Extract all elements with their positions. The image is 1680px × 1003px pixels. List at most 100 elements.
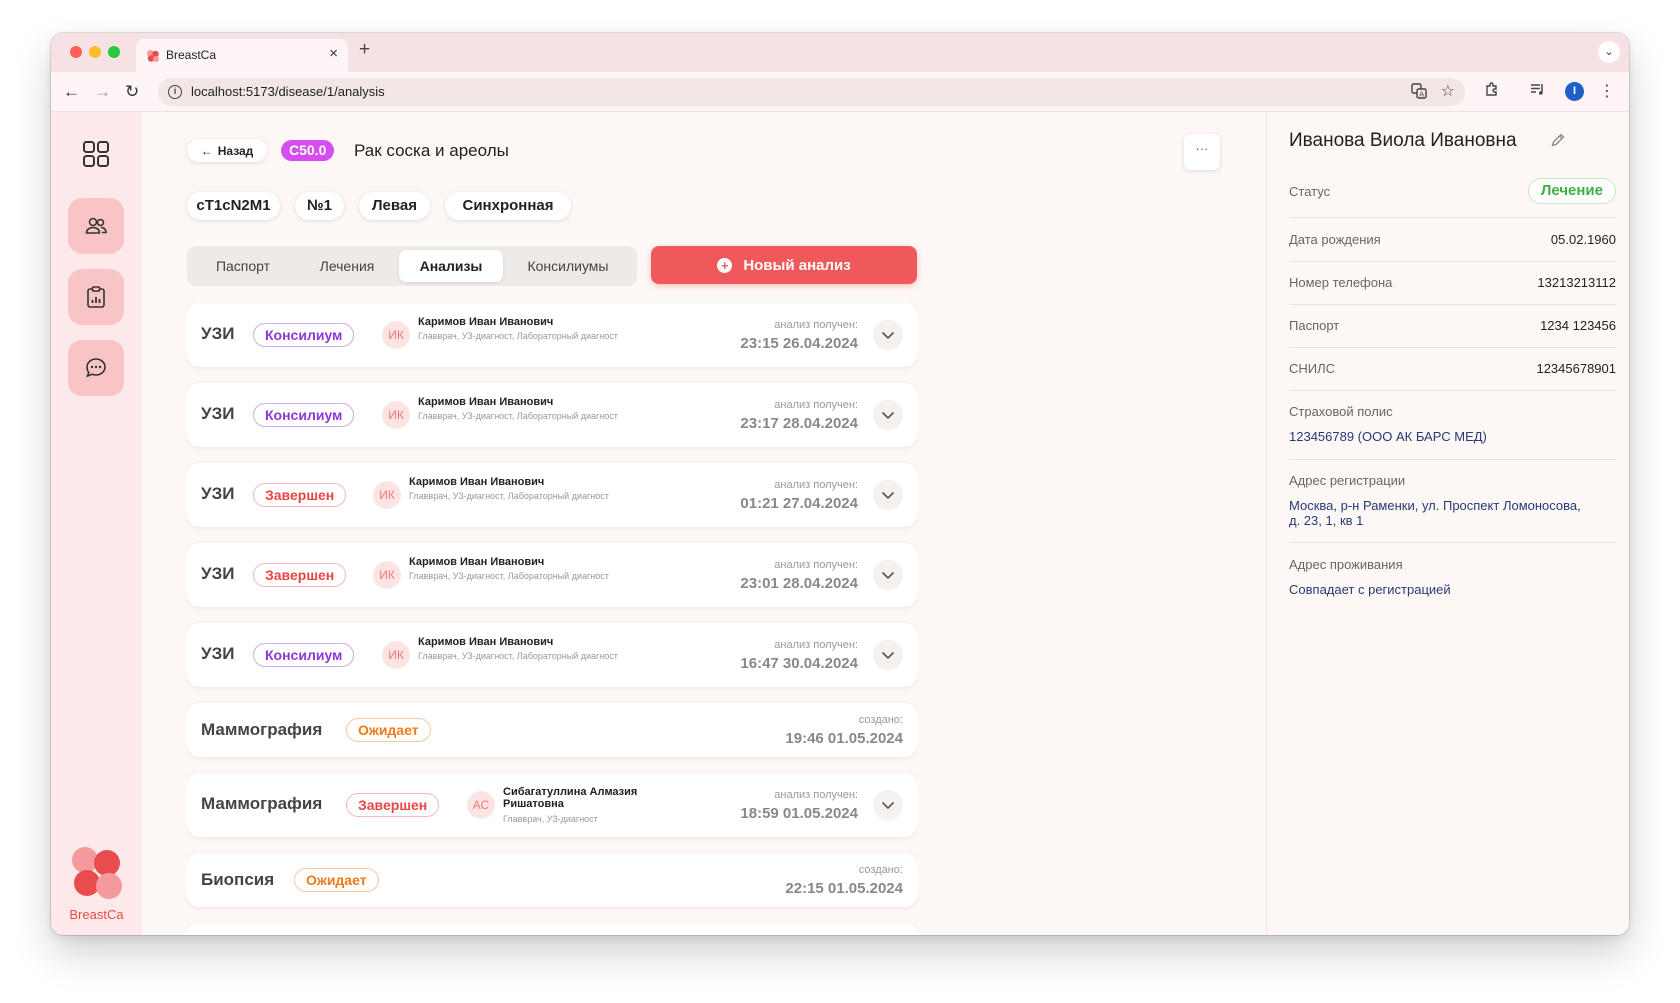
chat-bubble-icon [86,358,106,378]
field-value: 1234 123456 [1540,318,1616,333]
doctor-name: Каримов Иван Иванович [418,396,554,408]
type-chip: Синхронная [445,192,571,220]
url-text: localhost:5173/disease/1/analysis [191,84,385,99]
side-chip: Левая [359,192,430,220]
date-label: анализ получен: [774,559,858,571]
date-label: создано: [858,864,903,876]
translate-icon[interactable]: A [1411,83,1427,104]
analysis-card[interactable]: УЗИ Консилиум ИК Каримов Иван Иванович Г… [187,303,917,367]
tab-consiliums[interactable]: Консилиумы [503,250,633,282]
address-bar[interactable]: i localhost:5173/disease/1/analysis A ☆ [158,78,1465,106]
doctor-role: Главврач, УЗ-диагност [503,814,598,824]
media-controls-icon[interactable] [1529,81,1545,104]
analysis-card[interactable]: УЗИ Консилиум ИК Каримов Иван Иванович Г… [187,623,917,687]
status-badge: Завершен [253,563,347,587]
expand-chevron-icon[interactable] [873,560,903,590]
doctor-role: Главврач, УЗ-диагност, Лабораторный диаг… [409,571,609,581]
analysis-card[interactable]: Маммография Завершен АС Сибагатуллина Ал… [187,773,917,837]
browser-menu-icon[interactable]: ⋮ [1599,81,1615,103]
doctor-avatar: ИК [373,561,401,589]
reload-icon[interactable]: ↻ [125,80,139,104]
extensions-puzzle-icon[interactable] [1484,81,1500,104]
tab-treatments[interactable]: Лечения [295,250,399,282]
clipboard-chart-icon [87,286,105,308]
tab-analyses[interactable]: Анализы [399,250,503,282]
status-label: Статус [1289,184,1331,199]
analysis-card[interactable]: Маммография Ожидает создано: 19:46 01.05… [187,703,917,757]
status-badge: Консилиум [253,403,355,427]
field-label: СНИЛС [1289,361,1336,376]
residence-address-value: Совпадает с регистрацией [1289,582,1451,597]
analysis-card[interactable]: УЗИ Консилиум ИК Каримов Иван Иванович Г… [187,383,917,447]
analysis-card[interactable]: Биопсия Ожидает создано: 22:15 01.05.202… [187,853,917,907]
window-close-button[interactable] [70,46,82,58]
date-label: анализ получен: [774,319,858,331]
doctor-avatar: АС [467,791,495,819]
analysis-type: УЗИ [201,564,235,583]
forward-arrow-icon[interactable]: → [94,80,111,104]
sidebar-item-reports[interactable] [68,269,124,325]
analysis-date: 23:15 26.04.2024 [740,335,858,352]
new-tab-icon[interactable]: + [359,40,370,59]
browser-tab-title: BreastCa [166,48,217,62]
field-label: Адрес проживания [1289,557,1403,572]
registration-address-line-2: д. 23, 1, кв 1 [1289,513,1364,528]
back-button[interactable]: ← Назад [187,139,267,162]
window-zoom-button[interactable] [108,46,120,58]
field-value: 12345678901 [1536,361,1616,376]
apps-grid-icon[interactable] [82,140,110,168]
status-badge: Лечение [1527,178,1616,204]
pencil-edit-icon[interactable] [1550,132,1566,148]
breastca-favicon-icon [147,50,159,62]
analysis-card[interactable] [187,923,917,935]
analysis-date: 16:47 30.04.2024 [740,655,858,672]
doctor-name: Каримов Иван Иванович [418,316,554,328]
status-badge: Консилиум [253,323,355,347]
more-actions-button[interactable]: ··· [1184,134,1220,170]
section-tabs: Паспорт Лечения Анализы Консилиумы [187,246,637,286]
doctor-role: Главврач, УЗ-диагност, Лабораторный диаг… [418,651,618,661]
sidebar-item-patients[interactable] [68,198,124,254]
doctor-avatar: ИК [382,401,410,429]
field-label: Адрес регистрации [1289,473,1406,488]
expand-chevron-icon[interactable] [873,640,903,670]
breastca-logo-icon [72,847,122,899]
tab-passport[interactable]: Паспорт [191,250,295,282]
expand-chevron-icon[interactable] [873,400,903,430]
expand-chevron-icon[interactable] [873,320,903,350]
residence-address-row: Адрес проживания Совпадает с регистрацие… [1289,557,1616,597]
analysis-type: УЗИ [201,484,235,503]
users-icon [85,217,107,234]
analysis-date: 01:21 27.04.2024 [740,495,858,512]
bookmark-star-icon[interactable]: ☆ [1441,83,1455,101]
doctor-name: Каримов Иван Иванович [409,556,545,568]
site-info-icon[interactable]: i [168,85,182,99]
tab-close-icon[interactable]: × [329,46,338,61]
window-minimize-button[interactable] [89,46,101,58]
app-root: BreastCa ← Назад C50.0 Рак соска и ареол… [51,112,1629,935]
tab-search-chevron-icon[interactable]: ⌄ [1598,41,1620,63]
back-arrow-icon[interactable]: ← [63,80,80,104]
tnm-chip: cT1cN2M1 [187,192,280,220]
analysis-card[interactable]: УЗИ Завершен ИК Каримов Иван Иванович Гл… [187,463,917,527]
browser-tab[interactable]: BreastCa × [136,39,348,72]
analysis-type: УЗИ [201,324,235,343]
analysis-type: УЗИ [201,404,235,423]
expand-chevron-icon[interactable] [873,480,903,510]
profile-avatar[interactable]: I [1565,82,1584,101]
doctor-role: Главврач, УЗ-диагност, Лабораторный диаг… [409,491,609,501]
browser-window: BreastCa × + ⌄ ← → ↻ i localhost:5173/di… [51,33,1629,935]
analyses-list: УЗИ Консилиум ИК Каримов Иван Иванович Г… [187,303,917,935]
registration-address-line-1: Москва, р-н Раменки, ул. Проспект Ломоно… [1289,498,1581,513]
date-label: анализ получен: [774,479,858,491]
status-badge: Консилиум [253,643,355,667]
doctor-role: Главврач, УЗ-диагност, Лабораторный диаг… [418,411,618,421]
patient-name: Иванова Виола Ивановна [1289,130,1517,151]
sidebar-item-messages[interactable] [68,340,124,396]
doctor-name: Каримов Иван Иванович [409,476,545,488]
analysis-card[interactable]: УЗИ Завершен ИК Каримов Иван Иванович Гл… [187,543,917,607]
new-analysis-button[interactable]: + Новый анализ [651,246,917,284]
patient-panel: Иванова Виола Ивановна Статус Лечение Да… [1266,112,1629,935]
expand-chevron-icon[interactable] [873,790,903,820]
status-badge: Ожидает [346,718,431,742]
